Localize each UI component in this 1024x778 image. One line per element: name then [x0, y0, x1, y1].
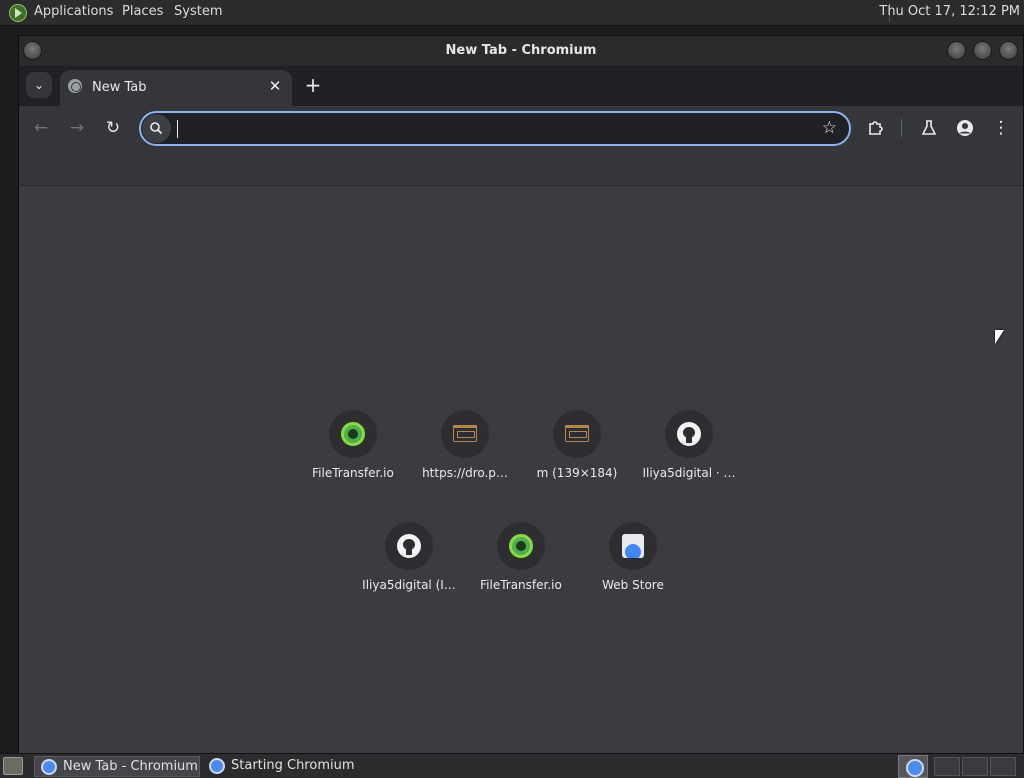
chromium-icon	[209, 758, 225, 774]
shortcut-tile[interactable]: FileTransfer.io	[465, 506, 577, 618]
shortcut-icon-circle	[441, 410, 489, 458]
web-store-icon	[622, 534, 644, 558]
globe-icon	[68, 79, 82, 93]
tab-strip: ⌄ New Tab ✕ +	[19, 66, 1023, 106]
clock[interactable]: Thu Oct 17, 12:12 PM	[879, 4, 1020, 19]
maximize-button[interactable]	[973, 41, 992, 60]
shortcut-tile[interactable]: m (139×184)	[521, 394, 633, 506]
applications-menu[interactable]: Applications	[34, 4, 113, 19]
taskbar-item-label: New Tab - Chromium	[63, 759, 198, 774]
dro-site-icon	[565, 425, 589, 442]
shortcut-label: FileTransfer.io	[480, 578, 562, 592]
taskbar-item-starting-chromium[interactable]: Starting Chromium	[203, 756, 367, 777]
window-titlebar[interactable]: New Tab - Chromium	[19, 36, 1023, 66]
shortcut-tile[interactable]: Iliya5digital · …	[633, 394, 745, 506]
shortcut-icon-circle	[329, 410, 377, 458]
filetransfer-icon	[509, 534, 533, 558]
dro-site-icon	[453, 425, 477, 442]
shortcut-tile[interactable]: FileTransfer.io	[297, 394, 409, 506]
window-title: New Tab - Chromium	[445, 43, 597, 58]
shortcut-label: https://dro.p…	[422, 466, 508, 480]
distro-logo-icon[interactable]	[9, 4, 27, 22]
shortcut-label: Iliya5digital · …	[642, 466, 736, 480]
tab-new-tab[interactable]: New Tab ✕	[60, 70, 292, 106]
shortcut-icon-circle	[385, 522, 433, 570]
bookmark-star-icon[interactable]: ☆	[822, 118, 837, 138]
show-desktop-icon[interactable]	[3, 757, 23, 775]
shortcut-icon-circle	[665, 410, 713, 458]
chromium-icon	[41, 759, 57, 775]
shortcut-tile[interactable]: Web Store	[577, 506, 689, 618]
filetransfer-icon	[341, 422, 365, 446]
tab-title: New Tab	[92, 80, 147, 95]
omnibox-input[interactable]	[177, 118, 797, 140]
new-tab-page: FileTransfer.io https://dro.p… m (139×18…	[19, 187, 1023, 754]
shortcut-label: Web Store	[602, 578, 664, 592]
search-icon	[142, 114, 171, 143]
system-menu[interactable]: System	[174, 4, 222, 19]
forward-arrow-icon[interactable]: →	[65, 116, 89, 140]
back-arrow-icon[interactable]: ←	[29, 116, 53, 140]
shortcut-tile[interactable]: https://dro.p…	[409, 394, 521, 506]
taskbar-item-label: Starting Chromium	[231, 758, 355, 773]
text-caret	[177, 120, 178, 138]
minimize-button[interactable]	[947, 41, 966, 60]
chevron-down-icon: ⌄	[33, 78, 45, 92]
bookmark-bar	[19, 150, 1023, 186]
workspace-3[interactable]	[990, 757, 1016, 776]
mouse-pointer-icon	[995, 330, 1004, 344]
chromium-window: New Tab - Chromium ⌄ New Tab ✕ + ← → ↻ ☆	[18, 35, 1024, 754]
shortcut-tile[interactable]: Iliya5digital (I…	[353, 506, 465, 618]
close-window-button[interactable]	[999, 41, 1018, 60]
labs-flask-icon[interactable]	[917, 116, 941, 140]
profile-avatar-icon[interactable]	[953, 116, 977, 140]
extensions-puzzle-icon[interactable]	[864, 116, 888, 140]
bottom-taskbar: New Tab - Chromium Starting Chromium	[0, 753, 1024, 778]
places-menu[interactable]: Places	[122, 4, 163, 19]
shortcut-label: m (139×184)	[536, 466, 618, 480]
window-menu-button[interactable]	[23, 41, 42, 60]
top-panel: Applications Places System Thu Oct 17, 1…	[0, 0, 1024, 26]
shortcut-icon-circle	[497, 522, 545, 570]
tab-search-button[interactable]: ⌄	[26, 72, 52, 98]
reload-icon[interactable]: ↻	[101, 116, 125, 140]
workspace-1[interactable]	[934, 757, 960, 776]
shortcut-label: Iliya5digital (I…	[362, 578, 456, 592]
workspace-2[interactable]	[962, 757, 988, 776]
kebab-menu-icon[interactable]: ⋮	[989, 116, 1013, 140]
taskbar-item-chromium-window[interactable]: New Tab - Chromium	[34, 756, 200, 777]
shortcut-icon-circle	[609, 522, 657, 570]
new-tab-button[interactable]: +	[301, 73, 325, 97]
github-icon	[677, 422, 701, 446]
github-icon	[397, 534, 421, 558]
shortcut-icon-circle	[553, 410, 601, 458]
address-bar[interactable]: ☆	[139, 111, 851, 146]
toolbar-divider	[901, 119, 902, 137]
tray-chromium-icon[interactable]	[898, 755, 928, 778]
shortcut-label: FileTransfer.io	[312, 466, 394, 480]
browser-toolbar: ← → ↻ ☆ ⋮	[19, 106, 1023, 150]
tab-close-icon[interactable]: ✕	[266, 77, 284, 95]
